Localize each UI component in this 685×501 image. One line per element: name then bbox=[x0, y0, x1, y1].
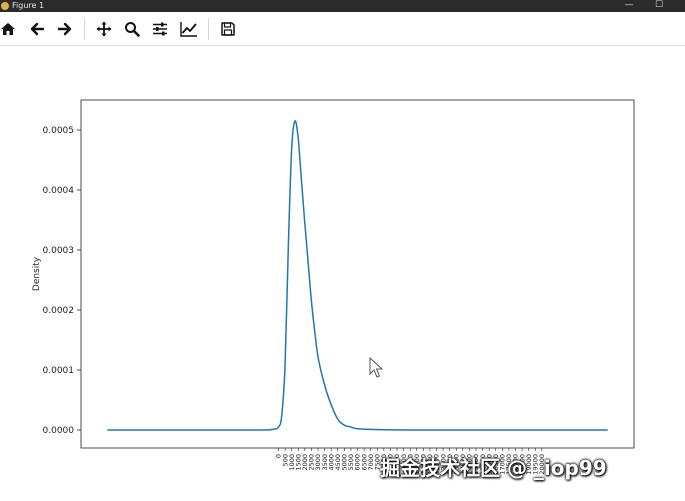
y-tick-label: 0.0004 bbox=[43, 186, 75, 196]
magnifier-icon bbox=[125, 22, 140, 37]
sliders-icon bbox=[153, 22, 167, 36]
y-axis-label: Density bbox=[32, 256, 42, 291]
mouse-pointer-icon bbox=[369, 357, 383, 378]
floppy-disk-icon bbox=[221, 22, 235, 36]
figure-canvas: Density 0.0000 0.0001 0.0002 0.0003 0.0004 0.… bbox=[0, 46, 685, 497]
density-chart: Density 0.00000.00010.00020.00030.00040.… bbox=[32, 99, 635, 475]
home-icon bbox=[1, 23, 15, 35]
back-button[interactable] bbox=[25, 17, 49, 41]
plot-area-frame bbox=[80, 99, 635, 449]
toolbar-separator bbox=[84, 18, 85, 40]
y-tick-label: 0.0000 bbox=[43, 426, 75, 436]
toolbar-separator bbox=[208, 18, 209, 40]
line-chart-icon bbox=[180, 22, 197, 37]
window-title: Figure 1 bbox=[12, 1, 45, 10]
maximize-button[interactable]: ☐ bbox=[648, 0, 670, 12]
save-button[interactable] bbox=[216, 17, 240, 41]
pan-button[interactable] bbox=[92, 17, 116, 41]
y-tick-label: 0.0005 bbox=[43, 126, 75, 136]
forward-button[interactable] bbox=[53, 17, 77, 41]
y-tick-label: 0.0003 bbox=[43, 246, 75, 256]
app-icon bbox=[1, 2, 9, 10]
arrow-left-icon bbox=[30, 22, 45, 36]
y-axis-ticks: 0.0000 0.0001 0.0002 0.0003 0.0004 0.0005 bbox=[43, 126, 81, 436]
configure-subplots-button[interactable] bbox=[148, 17, 172, 41]
window-titlebar: Figure 1 — ☐ bbox=[0, 0, 685, 12]
minimize-button[interactable]: — bbox=[618, 0, 640, 12]
navigation-toolbar bbox=[0, 13, 685, 46]
home-button[interactable] bbox=[0, 17, 20, 41]
zoom-button[interactable] bbox=[120, 17, 144, 41]
edit-axis-button[interactable] bbox=[177, 17, 201, 41]
y-tick-label: 0.0002 bbox=[43, 306, 75, 316]
y-tick-label: 0.0001 bbox=[43, 366, 75, 376]
watermark-text: 掘金技术社区 @ _iop99 bbox=[380, 456, 607, 480]
move-arrows-icon bbox=[96, 21, 112, 37]
density-line bbox=[107, 120, 608, 431]
arrow-right-icon bbox=[57, 22, 72, 36]
